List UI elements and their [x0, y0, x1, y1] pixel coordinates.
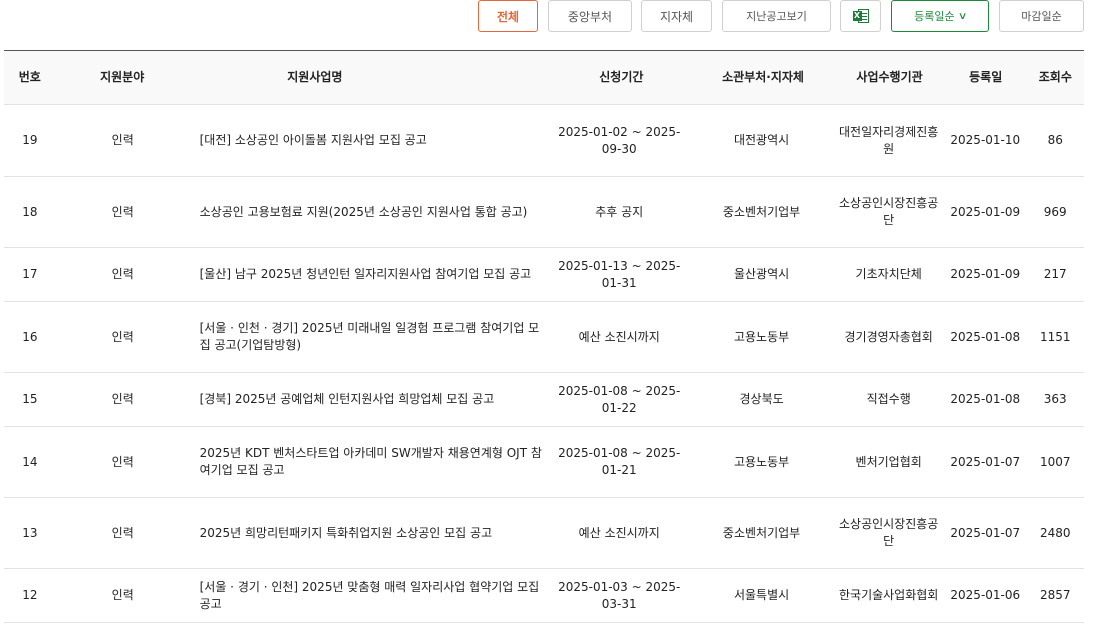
table-row[interactable]: 13 인력 2025년 희망리턴패키지 특화취업지원 소상공인 모집 공고 예산… [4, 498, 1084, 569]
filter-toolbar: 전체 중앙부처 지자체 지난공고보기 X 등록일순 ∨ 마감일순 [0, 0, 1096, 32]
row-period: 2025-01-02 ~ 2025-09-30 [558, 124, 681, 156]
row-number: 17 [22, 267, 38, 281]
header-period: 신청기간 [599, 70, 644, 84]
excel-download-button[interactable]: X [840, 0, 881, 32]
row-period: 2025-01-13 ~ 2025-01-31 [558, 258, 681, 290]
header-organization: 사업수행기관 [856, 70, 923, 84]
row-field: 인력 [111, 392, 134, 406]
filter-central-button[interactable]: 중앙부처 [548, 0, 632, 32]
row-field: 인력 [111, 329, 134, 344]
row-number: 18 [22, 204, 38, 219]
sort-by-deadline-button[interactable]: 마감일순 [999, 0, 1084, 32]
row-organization: 대전일자리경제진흥원 [838, 124, 939, 156]
row-period: 2025-01-08 ~ 2025-01-22 [558, 383, 681, 415]
row-date: 2025-01-07 [950, 525, 1021, 540]
row-organization: 경기경영자총협회 [844, 329, 933, 344]
row-number: 12 [22, 588, 38, 602]
row-number: 16 [22, 329, 38, 344]
table-header: 번호 지원분야 지원사업명 신청기간 소관부처·지자체 사업수행기관 등록일 조… [4, 51, 1084, 105]
row-number: 13 [22, 525, 38, 540]
header-title: 지원사업명 [287, 70, 343, 84]
row-views: 86 [1047, 133, 1063, 147]
table-row[interactable]: 18 인력 소상공인 고용보험료 지원(2025년 소상공인 지원사업 통합 공… [4, 177, 1084, 248]
row-field: 인력 [111, 525, 134, 540]
row-date: 2025-01-09 [950, 204, 1021, 219]
row-views: 1007 [1039, 454, 1071, 469]
row-title-link[interactable]: 2025년 희망리턴패키지 특화취업지원 소상공인 모집 공고 [190, 525, 549, 542]
header-field: 지원분야 [100, 70, 145, 84]
row-date: 2025-01-08 [950, 329, 1021, 344]
row-department: 고용노동부 [733, 454, 790, 469]
row-field: 인력 [111, 588, 134, 602]
row-department: 중소벤처기업부 [722, 204, 801, 219]
row-department: 울산광역시 [733, 267, 790, 281]
row-views: 363 [1043, 392, 1067, 406]
row-title-link[interactable]: [서울 · 경기 · 인천] 2025년 맞춤형 매력 일자리사업 협약기업 모… [190, 579, 549, 613]
table-row[interactable]: 15 인력 [경북] 2025년 공예업체 인턴지원사업 희망업체 모집 공고 … [4, 373, 1084, 427]
row-number: 15 [22, 392, 38, 406]
table-row[interactable]: 16 인력 [서울 · 인천 · 경기] 2025년 미래내일 일경험 프로그램… [4, 302, 1084, 373]
row-views: 1151 [1039, 329, 1071, 344]
row-views: 2857 [1039, 588, 1071, 602]
filter-local-button[interactable]: 지자체 [641, 0, 712, 32]
row-period: 예산 소진시까지 [578, 329, 660, 344]
row-title-link[interactable]: [대전] 소상공인 아이돌봄 지원사업 모집 공고 [190, 132, 549, 149]
row-period: 2025-01-03 ~ 2025-03-31 [558, 579, 681, 611]
row-organization: 소상공인시장진흥공단 [838, 517, 939, 548]
row-period: 2025-01-08 ~ 2025-01-21 [558, 446, 681, 477]
sort-by-registration-button[interactable]: 등록일순 ∨ [891, 0, 989, 32]
table-row[interactable]: 19 인력 [대전] 소상공인 아이돌봄 지원사업 모집 공고 2025-01-… [4, 105, 1084, 177]
row-title-link[interactable]: 소상공인 고용보험료 지원(2025년 소상공인 지원사업 통합 공고) [190, 204, 549, 221]
row-period: 추후 공지 [595, 204, 644, 219]
excel-icon: X [852, 8, 869, 24]
row-title-link[interactable]: 2025년 KDT 벤처스타트업 아카데미 SW개발자 채용연계형 OJT 참여… [190, 445, 549, 479]
row-department: 대전광역시 [733, 133, 790, 147]
row-organization: 소상공인시장진흥공단 [838, 196, 939, 227]
row-date: 2025-01-08 [950, 392, 1021, 406]
row-views: 969 [1043, 204, 1067, 219]
row-number: 14 [22, 454, 38, 469]
header-views: 조회수 [1038, 70, 1072, 84]
row-department: 서울특별시 [733, 588, 790, 602]
row-organization: 기초자치단체 [855, 267, 922, 281]
row-date: 2025-01-10 [950, 133, 1021, 147]
row-field: 인력 [111, 133, 134, 147]
row-date: 2025-01-07 [950, 454, 1021, 469]
row-date: 2025-01-06 [950, 588, 1021, 602]
table-row[interactable]: 12 인력 [서울 · 경기 · 인천] 2025년 맞춤형 매력 일자리사업 … [4, 569, 1084, 623]
header-date: 등록일 [969, 70, 1003, 84]
table-row[interactable]: 14 인력 2025년 KDT 벤처스타트업 아카데미 SW개발자 채용연계형 … [4, 427, 1084, 498]
row-number: 19 [22, 133, 38, 147]
past-notices-button[interactable]: 지난공고보기 [722, 0, 831, 32]
row-period: 예산 소진시까지 [578, 525, 660, 540]
row-organization: 한국기술사업화협회 [838, 588, 939, 602]
row-field: 인력 [111, 267, 134, 281]
row-department: 고용노동부 [733, 329, 790, 344]
row-views: 2480 [1039, 525, 1071, 540]
header-department: 소관부처·지자체 [722, 70, 804, 84]
row-views: 217 [1043, 267, 1067, 281]
row-title-link[interactable]: [경북] 2025년 공예업체 인턴지원사업 희망업체 모집 공고 [190, 391, 549, 408]
sort-label: 등록일순 [914, 10, 955, 23]
filter-all-button[interactable]: 전체 [478, 0, 538, 32]
program-table: 번호 지원분야 지원사업명 신청기간 소관부처·지자체 사업수행기관 등록일 조… [4, 50, 1084, 623]
table-row[interactable]: 17 인력 [울산] 남구 2025년 청년인턴 일자리지원사업 참여기업 모집… [4, 248, 1084, 302]
row-organization: 직접수행 [866, 392, 911, 406]
row-date: 2025-01-09 [950, 267, 1021, 281]
row-department: 경상북도 [739, 392, 784, 406]
row-department: 중소벤처기업부 [722, 525, 801, 540]
header-number: 번호 [18, 70, 41, 84]
row-title-link[interactable]: [서울 · 인천 · 경기] 2025년 미래내일 일경험 프로그램 참여기업 … [190, 320, 549, 354]
row-organization: 벤처기업협회 [855, 454, 922, 469]
chevron-down-icon: ∨ [957, 10, 968, 22]
row-title-link[interactable]: [울산] 남구 2025년 청년인턴 일자리지원사업 참여기업 모집 공고 [190, 266, 549, 283]
row-field: 인력 [111, 204, 134, 219]
row-field: 인력 [111, 454, 134, 469]
